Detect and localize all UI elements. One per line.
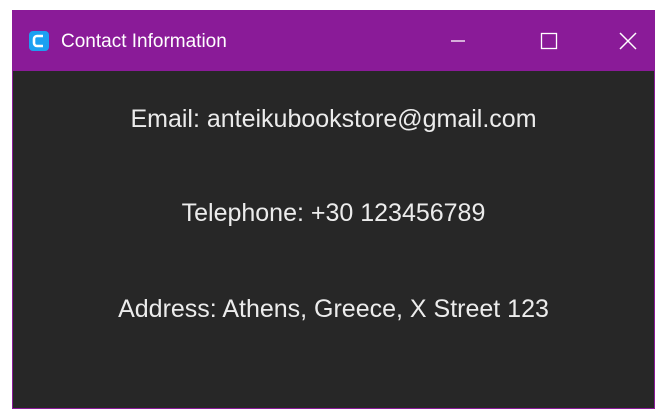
app-icon (29, 31, 49, 51)
telephone-label: Telephone: +30 123456789 (181, 199, 486, 227)
maximize-icon (540, 32, 558, 50)
title-bar[interactable]: Contact Information (13, 11, 654, 71)
email-label: Email: anteikubookstore@gmail.com (130, 105, 537, 133)
contact-window: Contact Information Email: anteikubookst… (12, 10, 655, 409)
window-title: Contact Information (61, 31, 227, 52)
address-label: Address: Athens, Greece, X Street 123 (118, 295, 549, 323)
minimize-icon (451, 40, 465, 42)
close-icon (619, 32, 637, 50)
minimize-button[interactable] (430, 11, 486, 71)
close-button[interactable] (600, 11, 656, 71)
contact-content: Email: anteikubookstore@gmail.com Teleph… (13, 71, 654, 410)
maximize-button[interactable] (521, 11, 577, 71)
